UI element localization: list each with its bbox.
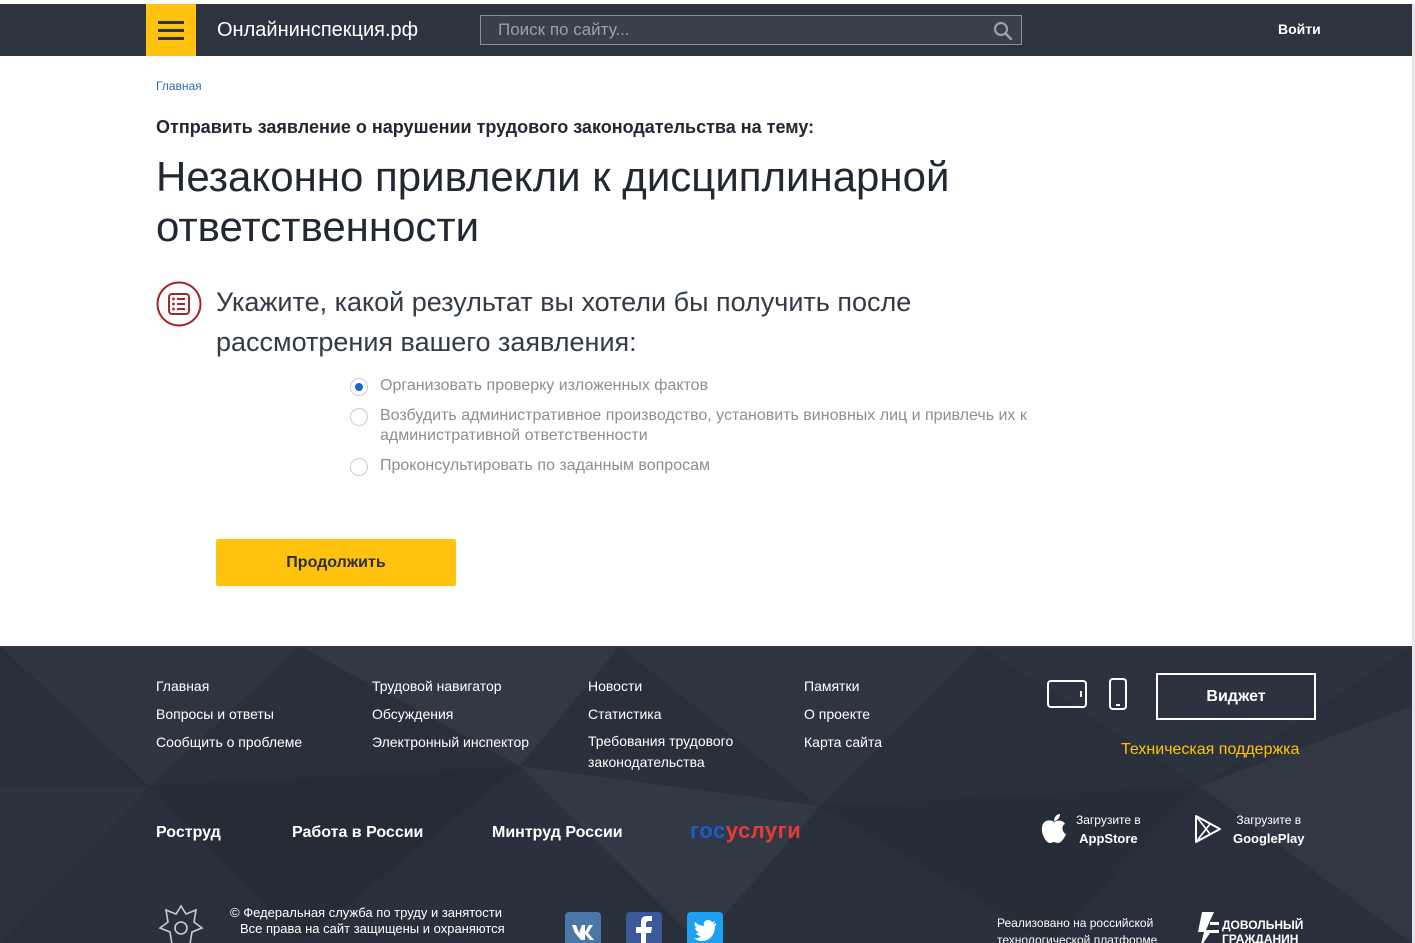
widget-button[interactable]: Виджет: [1156, 673, 1316, 720]
option-label: Организовать проверку изложенных фактов: [380, 377, 709, 394]
option-label: Возбудить административное производство,…: [380, 407, 1027, 444]
login-link[interactable]: Войти: [1278, 21, 1321, 37]
emblem-icon: [158, 904, 204, 943]
partner-rabota-rossii[interactable]: Работа в России: [292, 824, 423, 842]
footer-link-sitemap[interactable]: Карта сайта: [804, 728, 882, 756]
footer-link-news[interactable]: Новости: [588, 672, 758, 700]
option-admin-proceedings[interactable]: Возбудить административное производство,…: [350, 406, 1030, 446]
copyright: © Федеральная служба по труду и занятост…: [230, 905, 505, 937]
site-footer: Главная Вопросы и ответы Сообщить о проб…: [0, 646, 1412, 943]
question-text: Укажите, какой результат вы хотели бы по…: [216, 287, 912, 357]
option-consult[interactable]: Проконсультировать по заданным вопросам: [350, 456, 1030, 476]
implemented-text: Реализовано на российской технологическо…: [997, 915, 1157, 943]
footer-link-requirements[interactable]: Требования трудового законодательства: [588, 728, 758, 773]
tech-support-link[interactable]: Техническая поддержка: [1121, 741, 1299, 759]
footer-link-statistics[interactable]: Статистика: [588, 700, 758, 728]
hamburger-line: [158, 21, 184, 24]
apple-icon[interactable]: [1040, 813, 1068, 845]
list-icon: [156, 281, 202, 327]
radio[interactable]: [350, 458, 368, 476]
footer-col-1: Главная Вопросы и ответы Сообщить о проб…: [156, 672, 302, 756]
google-play-icon[interactable]: [1193, 814, 1223, 844]
search-input[interactable]: [481, 16, 981, 44]
gosuslugi-part1: гос: [690, 818, 726, 843]
gosuslugi-logo[interactable]: госуслуги: [690, 818, 801, 844]
gosuslugi-part2: услуги: [725, 818, 802, 843]
footer-link-memos[interactable]: Памятки: [804, 672, 882, 700]
footer-col-3: Новости Статистика Требования трудового …: [588, 672, 758, 773]
footer-col-4: Памятки О проекте Карта сайта: [804, 672, 882, 756]
hamburger-line: [158, 29, 184, 32]
search-icon[interactable]: [993, 21, 1013, 41]
option-check-facts[interactable]: Организовать проверку изложенных фактов: [350, 376, 1030, 396]
phone-icon[interactable]: [1109, 678, 1127, 710]
partner-rostrud[interactable]: Роструд: [156, 824, 221, 842]
appstore-line1: Загрузите в: [1076, 813, 1141, 827]
footer-link-navigator[interactable]: Трудовой навигатор: [372, 672, 529, 700]
search-box: [480, 15, 1022, 45]
implemented-line1: Реализовано на российской: [997, 916, 1154, 930]
footer-link-report-problem[interactable]: Сообщить о проблеме: [156, 728, 302, 756]
footer-link-faq[interactable]: Вопросы и ответы: [156, 700, 302, 728]
appstore-link[interactable]: Загрузите в AppStore: [1076, 813, 1141, 846]
googleplay-line1: Загрузите в: [1236, 813, 1302, 827]
breadcrumb-home[interactable]: Главная: [156, 79, 202, 93]
option-label: Проконсультировать по заданным вопросам: [380, 457, 710, 474]
footer-link-discussions[interactable]: Обсуждения: [372, 700, 529, 728]
radio[interactable]: [350, 408, 368, 426]
appstore-line2: AppStore: [1079, 831, 1138, 846]
facebook-icon[interactable]: [626, 912, 662, 943]
footer-link-home[interactable]: Главная: [156, 672, 302, 700]
footer-col-2: Трудовой навигатор Обсуждения Электронны…: [372, 672, 529, 756]
googleplay-link[interactable]: Загрузите в GooglePlay: [1233, 813, 1305, 846]
footer-link-about[interactable]: О проекте: [804, 700, 882, 728]
radio-selected[interactable]: [350, 378, 368, 396]
menu-button[interactable]: [146, 4, 196, 56]
hamburger-line: [158, 37, 184, 40]
site-logo-text[interactable]: Онлайнинспекция.рф: [217, 19, 418, 42]
result-options: Организовать проверку изложенных фактов …: [350, 376, 1030, 486]
page-title: Незаконно привлекли к дисциплинарной отв…: [156, 153, 950, 250]
page-subtitle: Отправить заявление о нарушении трудовог…: [156, 117, 815, 137]
googleplay-line2: GooglePlay: [1233, 831, 1305, 846]
implemented-line2: технологической платформе: [997, 933, 1158, 943]
vk-icon[interactable]: [565, 912, 601, 943]
twitter-icon[interactable]: [687, 912, 723, 943]
site-header: Онлайнинспекция.рф Войти: [0, 4, 1415, 56]
continue-button[interactable]: Продолжить: [216, 539, 456, 586]
footer-link-e-inspector[interactable]: Электронный инспектор: [372, 728, 529, 756]
partner-mintrud[interactable]: Минтруд России: [492, 824, 623, 842]
tablet-icon[interactable]: [1047, 680, 1087, 708]
dovolny-text: ДОВОЛЬНЫЙ ГРАЖДАНИН: [1222, 918, 1304, 943]
copyright-line1: © Федеральная служба по труду и занятост…: [230, 905, 502, 920]
copyright-line2: Все права на сайт защищены и охраняются: [240, 921, 505, 936]
